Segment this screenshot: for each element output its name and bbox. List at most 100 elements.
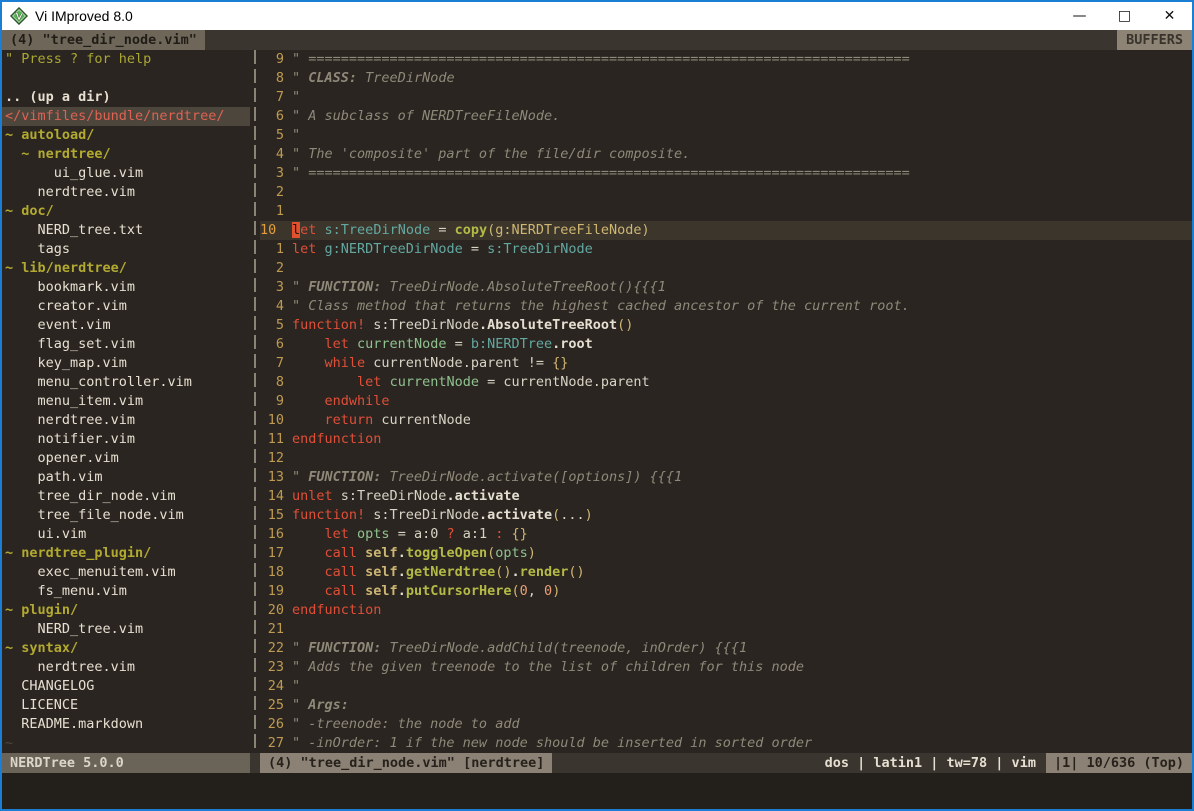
code-text: " ======================================…: [292, 50, 910, 69]
code-line[interactable]: 1let g:NERDTreeDirNode = s:TreeDirNode: [260, 240, 1192, 259]
tree-file-item[interactable]: nerdtree.vim: [2, 183, 250, 202]
line-number: 2: [260, 259, 284, 278]
code-line[interactable]: 2: [260, 259, 1192, 278]
tree-file-item[interactable]: README.markdown: [2, 715, 250, 734]
code-line[interactable]: 6" A subclass of NERDTreeFileNode.: [260, 107, 1192, 126]
code-text: ": [292, 88, 300, 107]
code-line[interactable]: 7": [260, 88, 1192, 107]
code-line[interactable]: 18 call self.getNerdtree().render(): [260, 563, 1192, 582]
window-vertical-separator[interactable]: [250, 50, 260, 753]
command-line[interactable]: [2, 773, 1192, 809]
tree-file-item[interactable]: nerdtree.vim: [2, 658, 250, 677]
tree-dir-item[interactable]: ~ lib/nerdtree/: [2, 259, 250, 278]
tree-file-item[interactable]: opener.vim: [2, 449, 250, 468]
code-text: function! s:TreeDirNode.activate(...): [292, 506, 593, 525]
tree-file-item[interactable]: bookmark.vim: [2, 278, 250, 297]
code-line[interactable]: 17 call self.toggleOpen(opts): [260, 544, 1192, 563]
tree-dir-item[interactable]: ~ nerdtree_plugin/: [2, 544, 250, 563]
editor-buffer[interactable]: 9" =====================================…: [260, 50, 1192, 753]
tree-dir-item[interactable]: ~ autoload/: [2, 126, 250, 145]
tree-file-item[interactable]: creator.vim: [2, 297, 250, 316]
maximize-button[interactable]: □: [1102, 2, 1147, 30]
tree-root-path[interactable]: </vimfiles/bundle/nerdtree/: [2, 107, 250, 126]
code-line[interactable]: 2: [260, 183, 1192, 202]
tree-file-item[interactable]: CHANGELOG: [2, 677, 250, 696]
tree-file-item[interactable]: event.vim: [2, 316, 250, 335]
tree-file-item[interactable]: notifier.vim: [2, 430, 250, 449]
tree-file-item[interactable]: ui.vim: [2, 525, 250, 544]
vim-logo-icon: [10, 7, 28, 25]
code-line[interactable]: 6 let currentNode = b:NERDTree.root: [260, 335, 1192, 354]
code-line[interactable]: 15 function! s:TreeDirNode.activate(...): [260, 506, 1192, 525]
code-line[interactable]: 5function! s:TreeDirNode.AbsoluteTreeRoo…: [260, 316, 1192, 335]
code-text: let s:TreeDirNode = copy(g:NERDTreeFileN…: [292, 221, 650, 240]
tree-dir-item[interactable]: ~ doc/: [2, 202, 250, 221]
tree-dir-item[interactable]: ~ syntax/: [2, 639, 250, 658]
line-number: 16: [260, 525, 284, 544]
code-line[interactable]: 16 let opts = a:0 ? a:1 : {}: [260, 525, 1192, 544]
code-line[interactable]: 20endfunction: [260, 601, 1192, 620]
tree-dir-item[interactable]: ~ nerdtree/: [2, 145, 250, 164]
close-button[interactable]: ✕: [1147, 2, 1192, 30]
code-text: while currentNode.parent != {}: [292, 354, 568, 373]
tree-file-item[interactable]: tree_file_node.vim: [2, 506, 250, 525]
code-line[interactable]: 24": [260, 677, 1192, 696]
tree-up-dir-item[interactable]: .. (up a dir): [2, 88, 250, 107]
code-line[interactable]: 21: [260, 620, 1192, 639]
tree-file-item[interactable]: tree_dir_node.vim: [2, 487, 250, 506]
code-line[interactable]: 4" The 'composite' part of the file/dir …: [260, 145, 1192, 164]
statusline-gap: [250, 753, 260, 773]
tree-file-item[interactable]: nerdtree.vim: [2, 411, 250, 430]
code-line[interactable]: 1: [260, 202, 1192, 221]
code-line[interactable]: 26" -treenode: the node to add: [260, 715, 1192, 734]
code-line[interactable]: 9 endwhile: [260, 392, 1192, 411]
code-line-current[interactable]: 10let s:TreeDirNode = copy(g:NERDTreeFil…: [260, 221, 1192, 240]
code-text: unlet s:TreeDirNode.activate: [292, 487, 520, 506]
code-line[interactable]: 22" FUNCTION: TreeDirNode.addChild(treen…: [260, 639, 1192, 658]
code-line[interactable]: 14unlet s:TreeDirNode.activate: [260, 487, 1192, 506]
code-line[interactable]: 9" =====================================…: [260, 50, 1192, 69]
tree-file-item[interactable]: key_map.vim: [2, 354, 250, 373]
line-number: 15: [260, 506, 284, 525]
code-line[interactable]: 23" Adds the given treenode to the list …: [260, 658, 1192, 677]
line-number: 24: [260, 677, 284, 696]
code-line[interactable]: 3" FUNCTION: TreeDirNode.AbsoluteTreeRoo…: [260, 278, 1192, 297]
tree-file-item[interactable]: menu_item.vim: [2, 392, 250, 411]
line-number: 20: [260, 601, 284, 620]
code-line[interactable]: 8" CLASS: TreeDirNode: [260, 69, 1192, 88]
minimize-button[interactable]: —: [1057, 2, 1102, 30]
code-line[interactable]: 3" =====================================…: [260, 164, 1192, 183]
code-line[interactable]: 13" FUNCTION: TreeDirNode.activate([opti…: [260, 468, 1192, 487]
tree-file-item[interactable]: NERD_tree.txt: [2, 221, 250, 240]
tree-file-item[interactable]: exec_menuitem.vim: [2, 563, 250, 582]
code-text: " Args:: [292, 696, 349, 715]
code-line[interactable]: 4" Class method that returns the highest…: [260, 297, 1192, 316]
code-line[interactable]: 5": [260, 126, 1192, 145]
line-number: 4: [260, 297, 284, 316]
tree-dir-item[interactable]: ~ plugin/: [2, 601, 250, 620]
tree-file-item[interactable]: tags: [2, 240, 250, 259]
code-line[interactable]: 25" Args:: [260, 696, 1192, 715]
code-line[interactable]: 11endfunction: [260, 430, 1192, 449]
code-text: " The 'composite' part of the file/dir c…: [292, 145, 690, 164]
code-line[interactable]: 7 while currentNode.parent != {}: [260, 354, 1192, 373]
line-number: 6: [260, 107, 284, 126]
buffers-tab[interactable]: BUFFERS: [1117, 30, 1192, 50]
code-line[interactable]: 19 call self.putCursorHere(0, 0): [260, 582, 1192, 601]
tab-tree-dir-node[interactable]: (4) "tree_dir_node.vim": [2, 30, 205, 50]
code-text: " FUNCTION: TreeDirNode.activate([option…: [292, 468, 682, 487]
tree-file-item[interactable]: NERD_tree.vim: [2, 620, 250, 639]
tree-file-item[interactable]: LICENCE: [2, 696, 250, 715]
active-statusline: (4) "tree_dir_node.vim" [nerdtree] dos |…: [260, 753, 1192, 773]
tree-file-item[interactable]: flag_set.vim: [2, 335, 250, 354]
code-line[interactable]: 8 let currentNode = currentNode.parent: [260, 373, 1192, 392]
tree-file-item[interactable]: ui_glue.vim: [2, 164, 250, 183]
tree-file-item[interactable]: path.vim: [2, 468, 250, 487]
tree-file-item[interactable]: menu_controller.vim: [2, 373, 250, 392]
code-line[interactable]: 10 return currentNode: [260, 411, 1192, 430]
code-line[interactable]: 27" -inOrder: 1 if the new node should b…: [260, 734, 1192, 753]
code-text: call self.putCursorHere(0, 0): [292, 582, 560, 601]
line-number: 2: [260, 183, 284, 202]
tree-file-item[interactable]: fs_menu.vim: [2, 582, 250, 601]
code-line[interactable]: 12: [260, 449, 1192, 468]
